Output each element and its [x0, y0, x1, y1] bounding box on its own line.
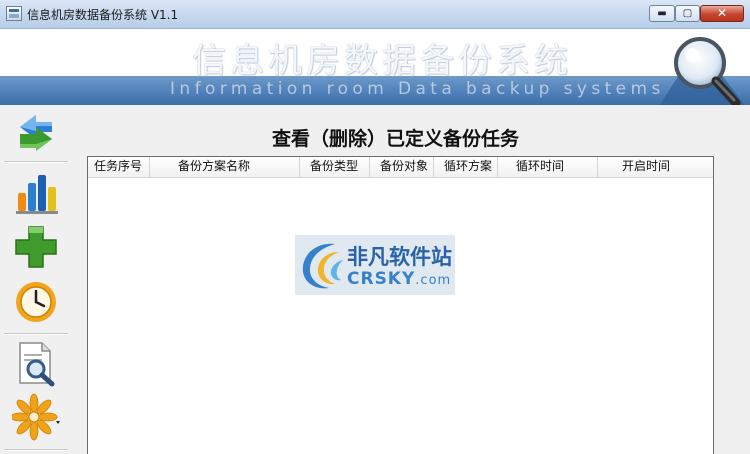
column-header-cycle-plan[interactable]: 循环方案 [434, 157, 498, 177]
column-header-task-id[interactable]: 任务序号 [88, 157, 150, 177]
watermark-text-en: CRSKY.com [347, 269, 451, 289]
page-title: 查看（删除）已定义备份任务 [272, 128, 520, 150]
backup-task-list[interactable]: 任务序号 备份方案名称 备份类型 备份对象 循环方案 循环时间 开启时间 [87, 156, 714, 454]
app-window: 信息机房数据备份系统 V1.1 ▬ ▢ ✕ 信息机房数据备份系统 Informa… [0, 0, 750, 454]
banner-title-en: Information room Data backup systems [170, 79, 665, 99]
watermark-text-cn: 非凡软件站 [347, 245, 452, 269]
column-header-backup-target[interactable]: 备份对象 [370, 157, 434, 177]
column-header-plan-name[interactable]: 备份方案名称 [150, 157, 300, 177]
maximize-button[interactable]: ▢ [675, 5, 700, 22]
toolbar-separator [4, 449, 68, 451]
window-title: 信息机房数据备份系统 V1.1 [27, 8, 179, 22]
column-header-start-time[interactable]: 开启时间 [598, 157, 713, 177]
header-banner: 信息机房数据备份系统 Information room Data backup … [0, 29, 750, 105]
refresh-arrows-icon[interactable] [12, 109, 60, 157]
minimize-button[interactable]: ▬ [649, 5, 675, 22]
flower-settings-icon[interactable] [12, 393, 60, 441]
watermark-brand: CRSKY [347, 269, 416, 289]
crsky-logo-icon [302, 243, 343, 289]
close-button[interactable]: ✕ [700, 5, 744, 22]
watermark-domain: .com [415, 273, 452, 288]
left-toolbar [0, 105, 70, 454]
toolbar-separator [4, 333, 68, 335]
column-header-cycle-time[interactable]: 循环时间 [498, 157, 598, 177]
green-plus-icon[interactable] [12, 223, 60, 271]
list-header: 任务序号 备份方案名称 备份类型 备份对象 循环方案 循环时间 开启时间 [88, 157, 713, 178]
bar-chart-icon[interactable] [12, 169, 60, 217]
toolbar-separator [4, 161, 68, 163]
title-bar[interactable]: 信息机房数据备份系统 V1.1 ▬ ▢ ✕ [0, 0, 750, 29]
banner-title-cn: 信息机房数据备份系统 [192, 41, 572, 81]
watermark-logo: 非凡软件站 CRSKY.com [295, 235, 455, 295]
magnifier-icon [660, 37, 745, 105]
document-search-icon[interactable] [12, 339, 60, 387]
app-icon [6, 6, 22, 21]
clock-icon[interactable] [12, 277, 60, 325]
column-header-backup-type[interactable]: 备份类型 [300, 157, 370, 177]
